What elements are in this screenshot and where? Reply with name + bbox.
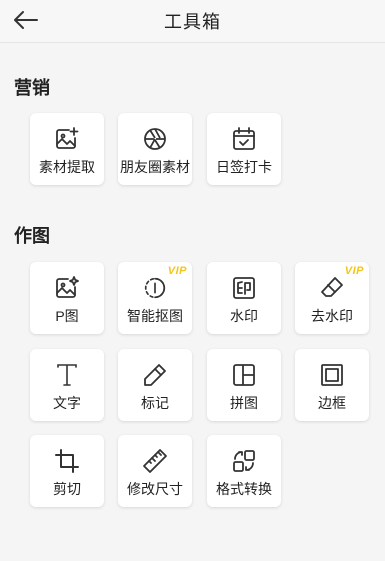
tool-label: 边框: [318, 395, 346, 411]
tool-resize[interactable]: 修改尺寸: [118, 435, 192, 507]
tool-label: 拼图: [230, 395, 258, 411]
eraser-icon: [319, 275, 345, 301]
tool-label: 素材提取: [39, 159, 95, 175]
cutout-icon: [142, 275, 168, 301]
ruler-icon: [142, 448, 168, 474]
stamp-icon: [231, 275, 257, 301]
tool-label: 去水印: [311, 308, 353, 324]
section-title-drawing: 作图: [14, 226, 50, 246]
tool-smart-cutout[interactable]: VIP 智能抠图: [118, 262, 192, 334]
aperture-icon: [142, 126, 168, 152]
section-title-marketing: 营销: [14, 78, 50, 98]
tool-text[interactable]: 文字: [30, 349, 104, 421]
tool-moments-material[interactable]: 朋友圈素材: [118, 113, 192, 185]
page-title: 工具箱: [164, 12, 221, 32]
convert-icon: [231, 448, 257, 474]
vip-badge: VIP: [344, 265, 364, 277]
tool-format-convert[interactable]: 格式转换: [207, 435, 281, 507]
tool-label: 剪切: [53, 481, 81, 497]
vip-badge: VIP: [167, 265, 187, 277]
tool-mark[interactable]: 标记: [118, 349, 192, 421]
text-t-icon: [54, 362, 80, 388]
top-bar: 工具箱: [0, 0, 385, 43]
tool-label: 格式转换: [216, 481, 272, 497]
tool-label: 标记: [141, 395, 169, 411]
tool-remove-watermark[interactable]: VIP 去水印: [295, 262, 369, 334]
tool-daily-checkin[interactable]: 日签打卡: [207, 113, 281, 185]
layout-icon: [231, 362, 257, 388]
tool-label: 水印: [230, 308, 258, 324]
tool-border[interactable]: 边框: [295, 349, 369, 421]
tool-label: 朋友圈素材: [120, 159, 190, 175]
tool-label: 日签打卡: [216, 159, 272, 175]
image-sparkle-icon: [54, 275, 80, 301]
tool-watermark[interactable]: 水印: [207, 262, 281, 334]
tool-label: 智能抠图: [127, 308, 183, 324]
tool-collage[interactable]: 拼图: [207, 349, 281, 421]
tool-label: 文字: [53, 395, 81, 411]
image-plus-icon: [54, 126, 80, 152]
crop-icon: [54, 448, 80, 474]
pencil-icon: [142, 362, 168, 388]
tool-crop[interactable]: 剪切: [30, 435, 104, 507]
frame-icon: [319, 362, 345, 388]
tool-photo-edit[interactable]: P图: [30, 262, 104, 334]
calendar-check-icon: [231, 126, 257, 152]
tool-material-extract[interactable]: 素材提取: [30, 113, 104, 185]
tool-label: 修改尺寸: [127, 481, 183, 497]
tool-label: P图: [55, 308, 79, 324]
